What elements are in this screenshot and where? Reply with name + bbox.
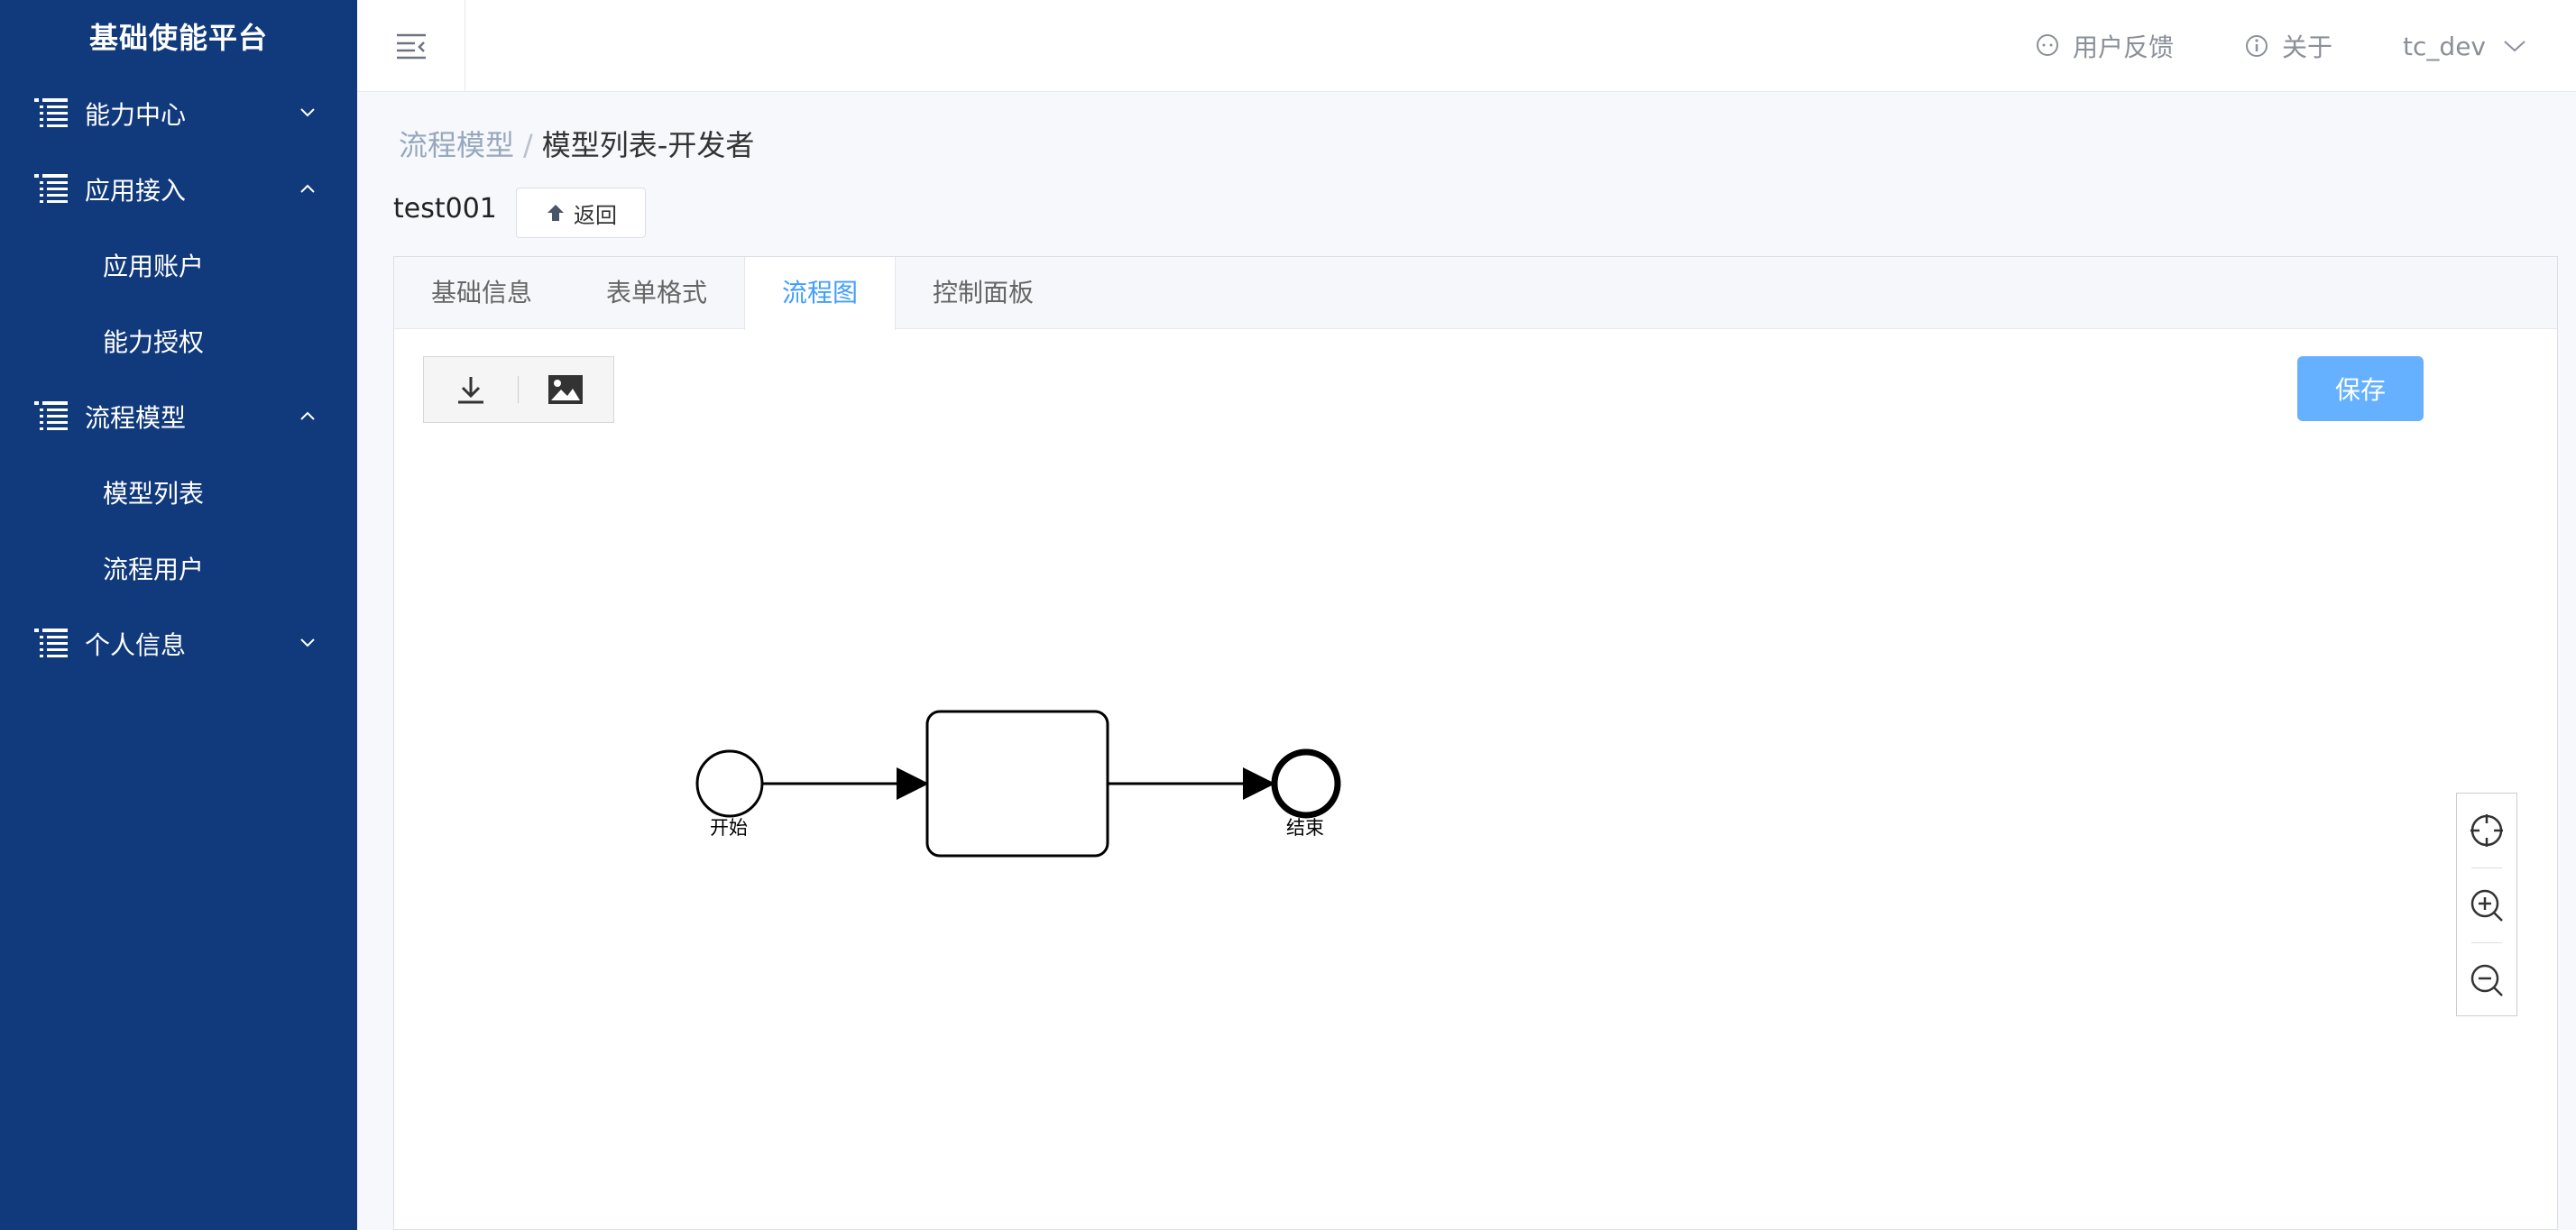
- end-event[interactable]: [1271, 748, 1341, 819]
- submenu-ability-auth[interactable]: 能力授权: [0, 303, 357, 379]
- feedback-label: 用户反馈: [2073, 32, 2175, 62]
- breadcrumb-parent[interactable]: 流程模型: [399, 128, 514, 162]
- about-label: 关于: [2282, 32, 2333, 62]
- list-icon: [34, 629, 68, 657]
- crosshair-icon: [2470, 814, 2503, 847]
- task-node[interactable]: [925, 710, 1109, 858]
- menu-label: 能力中心: [85, 100, 187, 130]
- chevron-down-icon: [2504, 41, 2525, 52]
- breadcrumb-current: 模型列表-开发者: [541, 128, 755, 162]
- submenu-process-users[interactable]: 流程用户: [0, 530, 357, 606]
- download-button[interactable]: [424, 357, 518, 422]
- about-link[interactable]: 关于: [2244, 28, 2332, 64]
- menu-label: 个人信息: [85, 630, 187, 660]
- start-event-label: 开始: [710, 817, 748, 839]
- breadcrumb: 流程模型 / 模型列表-开发者: [399, 123, 754, 164]
- chevron-down-icon: [300, 638, 315, 647]
- menu-ability-center[interactable]: 能力中心: [0, 76, 357, 151]
- feedback-link[interactable]: 用户反馈: [2035, 28, 2174, 64]
- info-icon: [2246, 35, 2268, 57]
- zoom-out-icon: [2470, 964, 2503, 996]
- menu-process-model[interactable]: 流程模型: [0, 379, 357, 454]
- sidebar: 基础使能平台 能力中心 应用接入 应用账户 能力授权 流程模型 模型列表 流程用…: [0, 0, 357, 1230]
- username: tc_dev: [2403, 31, 2486, 61]
- back-label: 返回: [574, 202, 617, 228]
- user-menu[interactable]: tc_dev: [2403, 32, 2527, 61]
- menu-app-access[interactable]: 应用接入: [0, 151, 357, 227]
- start-event[interactable]: [695, 749, 764, 818]
- chevron-down-icon: [300, 108, 315, 117]
- list-icon: [34, 174, 68, 203]
- bpmn-canvas[interactable]: [394, 257, 2559, 1230]
- sidebar-menu: 能力中心 应用接入 应用账户 能力授权 流程模型 模型列表 流程用户 个人信息: [0, 76, 357, 682]
- export-image-button[interactable]: [519, 357, 612, 422]
- platform-title: 基础使能平台: [88, 21, 268, 55]
- save-button[interactable]: 保存: [2297, 356, 2424, 421]
- chevron-up-icon: [300, 411, 315, 420]
- model-name: test001: [393, 193, 497, 225]
- breadcrumb-separator: /: [523, 128, 533, 162]
- chat-icon: [2037, 34, 2059, 56]
- menu-label: 应用接入: [85, 176, 187, 206]
- chevron-up-icon: [300, 184, 315, 193]
- list-icon: [34, 401, 68, 430]
- zoom-in-icon: [2470, 889, 2503, 922]
- top-header: 用户反馈 关于 tc_dev: [357, 0, 2576, 92]
- menu-fold-icon: [396, 33, 426, 60]
- reset-zoom-button[interactable]: [2457, 794, 2516, 867]
- sidebar-toggle-button[interactable]: [357, 0, 465, 92]
- diagram-toolbar: [423, 356, 614, 423]
- upload-arrow-icon: [547, 205, 564, 221]
- list-icon: [34, 98, 68, 127]
- menu-label: 流程模型: [85, 403, 187, 433]
- main-panel: 基础信息 表单格式 流程图 控制面板 开始 结束 保存: [393, 256, 2558, 1230]
- back-button[interactable]: 返回: [516, 188, 646, 238]
- header-actions: 用户反馈 关于 tc_dev: [2035, 0, 2576, 92]
- submenu-app-account[interactable]: 应用账户: [0, 227, 357, 303]
- zoom-in-button[interactable]: [2457, 868, 2516, 942]
- image-icon: [548, 375, 583, 404]
- submenu-model-list[interactable]: 模型列表: [0, 454, 357, 530]
- download-icon: [458, 377, 483, 404]
- menu-personal-info[interactable]: 个人信息: [0, 606, 357, 682]
- zoom-controls: [2456, 793, 2517, 1016]
- end-event-label: 结束: [1286, 817, 1324, 839]
- zoom-out-button[interactable]: [2457, 943, 2516, 1017]
